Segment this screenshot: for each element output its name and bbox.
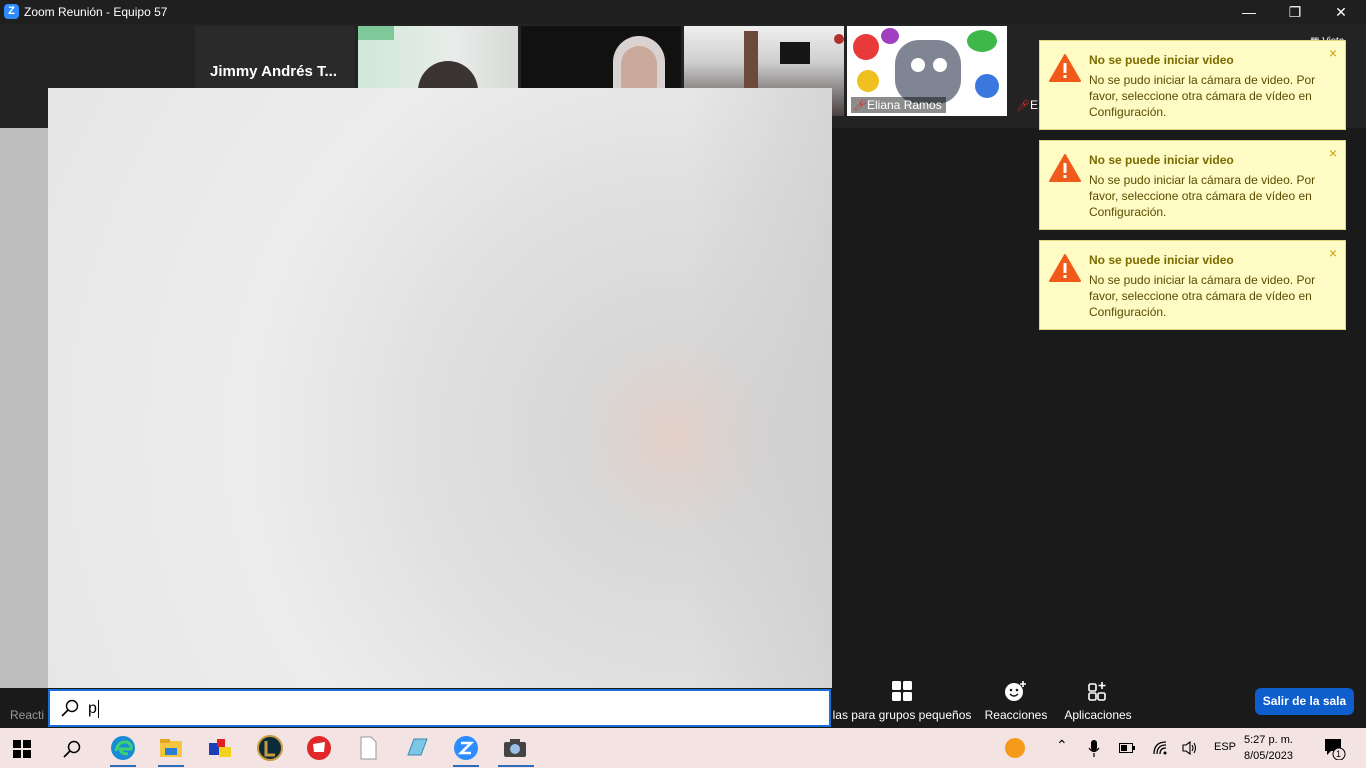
notepad-icon[interactable] [404,735,430,761]
league-of-legends-icon[interactable] [257,735,283,761]
minimize-button[interactable]: — [1226,0,1272,24]
search-overlay-panel [48,88,832,688]
room-object [834,34,844,44]
chevron-up-icon[interactable]: ⌃ [1056,737,1068,754]
toast-message: No se pudo iniciar la cámara de video. P… [1089,273,1316,319]
emoji-plus-icon [1005,681,1026,701]
room-tv [780,42,810,64]
file-explorer-icon[interactable] [158,735,184,761]
toast-title: No se puede iniciar video [1089,53,1234,67]
blurred-region [688,88,832,688]
riot-client-icon[interactable] [306,735,332,761]
search-icon[interactable] [62,739,82,759]
title-bar: Z Zoom Reunión - Equipo 57 — ❐ ✕ [0,0,1366,24]
leave-room-button[interactable]: Salir de la sala [1255,688,1354,715]
windows-start-icon[interactable] [13,740,31,758]
cat-eye [933,58,947,72]
apps-button[interactable]: Aplicaciones [1060,680,1136,722]
apps-label: Aplicaciones [1064,708,1132,722]
notification-center-icon[interactable] [1324,738,1346,760]
wall-decoration [358,26,394,40]
toast-title: No se puede iniciar video [1089,253,1234,267]
participant-name-text: E [1030,98,1039,112]
search-input[interactable]: p [88,700,99,718]
battery-icon[interactable] [1119,743,1135,753]
warning-icon [1049,254,1081,282]
warning-icon [1049,154,1081,182]
paint-splash [975,74,999,98]
office-app-icon[interactable] [207,735,233,761]
shared-screen-edge [0,128,48,688]
reactions-button-partial[interactable]: Reacti [10,708,44,722]
toast-close-button[interactable]: × [1329,245,1337,261]
cat-eye [911,58,925,72]
error-toast: No se puede iniciar video No se pudo ini… [1039,40,1346,130]
paint-splash [881,28,899,44]
reactions-label: Reacciones [984,708,1048,722]
search-bar[interactable]: p [48,689,831,727]
maximize-button[interactable]: ❐ [1272,0,1318,24]
toast-close-button[interactable]: × [1329,45,1337,61]
paint-splash [853,34,879,60]
search-icon [61,699,79,717]
document-icon[interactable] [355,735,381,761]
reactions-button[interactable]: Reacciones [982,680,1050,722]
notification-count: 1 [1336,749,1342,759]
active-app-indicator [110,765,136,767]
participant-name: 🎤︎ Eliana Ramos [851,97,946,113]
cat-avatar [895,40,961,104]
participant-video-tile-eliana[interactable]: 🎤︎ Eliana Ramos [847,26,1007,116]
window-title: Zoom Reunión - Equipo 57 [24,5,168,19]
room-door [744,31,758,91]
paint-splash [857,70,879,92]
toast-message: No se pudo iniciar la cámara de video. P… [1089,73,1316,119]
breakout-rooms-icon [892,681,912,701]
zoom-icon[interactable] [453,735,479,761]
text-caret [97,700,99,718]
toast-message: No se pudo iniciar la cámara de video. P… [1089,173,1316,219]
edge-icon[interactable] [110,735,136,761]
mic-muted-icon: 🎤︎ [1016,100,1030,112]
active-app-indicator [498,765,534,767]
clock-time: 5:27 p. m. [1244,734,1293,746]
zoom-logo-icon: Z [4,4,19,19]
paint-splash [967,30,997,52]
mic-muted-icon: 🎤︎ [853,100,867,112]
error-toast: No se puede iniciar video No se pudo ini… [1039,140,1346,230]
microphone-icon[interactable] [1088,740,1100,758]
participant-name-text: Eliana Ramos [867,98,942,112]
toast-title: No se puede iniciar video [1089,153,1234,167]
participant-name: Jimmy Andrés T... [210,63,337,80]
camera-icon[interactable] [502,735,528,761]
language-indicator[interactable]: ESP [1214,741,1236,753]
breakout-rooms-button[interactable]: las para grupos pequeños [832,680,972,722]
wifi-icon[interactable] [1152,740,1168,756]
orange-tray-icon[interactable] [1005,738,1025,758]
clock-date: 8/05/2023 [1244,750,1293,762]
active-app-indicator [453,765,479,767]
apps-icon [1088,682,1106,701]
volume-icon[interactable] [1182,740,1198,756]
toast-close-button[interactable]: × [1329,145,1337,161]
active-app-indicator [158,765,184,767]
breakout-rooms-label: las para grupos pequeños [832,708,972,722]
error-toast: No se puede iniciar video No se pudo ini… [1039,240,1346,330]
search-input-value: p [88,700,97,718]
participant-name: 🎤︎ E [1014,97,1042,113]
clock[interactable]: 5:27 p. m. 8/05/2023 [1244,732,1293,764]
windows-taskbar: ⌃ ESP 5:27 p. m. 8/05/2023 1 [0,728,1366,768]
close-button[interactable]: ✕ [1318,0,1364,24]
warning-icon [1049,54,1081,82]
